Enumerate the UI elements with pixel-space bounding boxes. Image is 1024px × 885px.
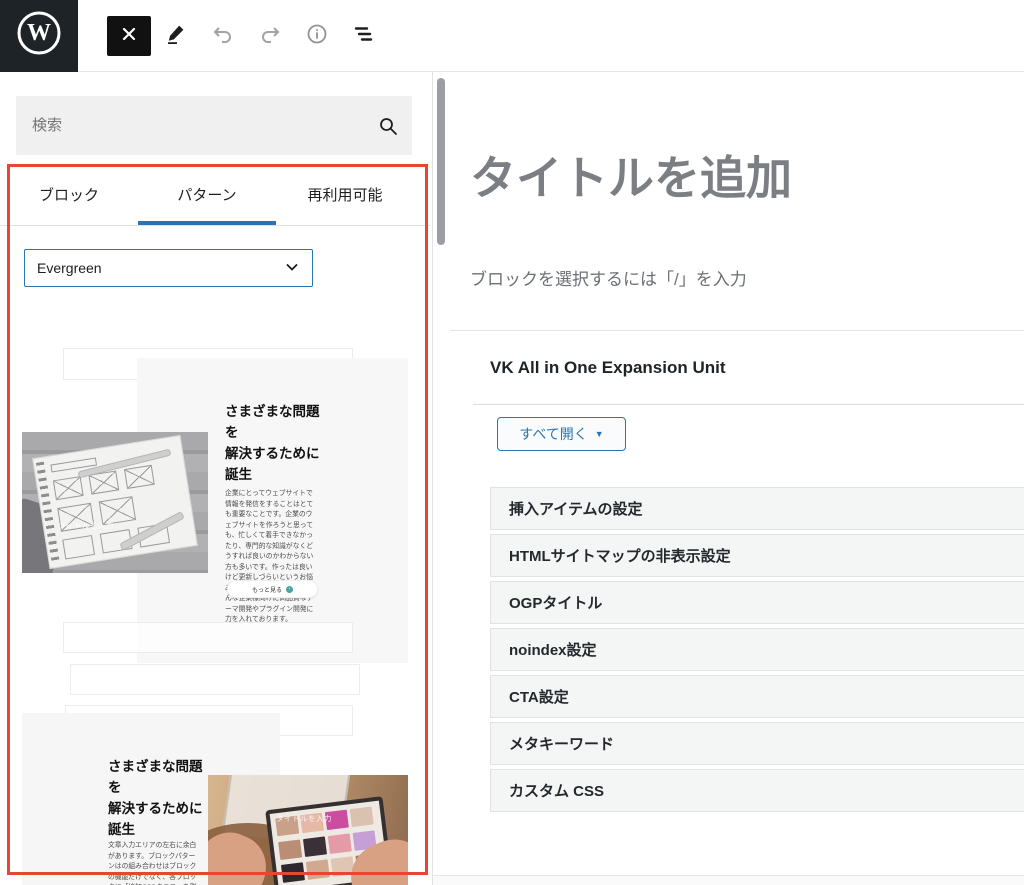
- post-body-placeholder[interactable]: ブロックを選択するには「/」を入力: [470, 265, 747, 290]
- redo-icon: [258, 22, 282, 49]
- list-view-button[interactable]: [342, 16, 386, 56]
- pencil-icon: [164, 22, 188, 49]
- post-title-placeholder[interactable]: タイトルを追加: [470, 142, 792, 208]
- metabox-separator: [450, 330, 1024, 331]
- list-view-icon: [352, 22, 376, 49]
- open-all-button[interactable]: すべて開く ▼: [497, 417, 626, 451]
- undo-icon: [211, 22, 235, 49]
- redo-button[interactable]: [248, 16, 292, 56]
- scrollbar-track[interactable]: [433, 72, 450, 885]
- scrollbar-thumb[interactable]: [437, 78, 445, 245]
- details-button[interactable]: [295, 16, 339, 56]
- edit-mode-button[interactable]: [154, 16, 198, 56]
- accordion-item-noindex[interactable]: noindex設定: [490, 628, 1024, 671]
- accordion-item-cta[interactable]: CTA設定: [490, 675, 1024, 718]
- open-all-label: すべて開く: [519, 424, 587, 444]
- editor-page: W: [0, 0, 1024, 885]
- info-icon: [305, 22, 329, 49]
- block-inserter-sidebar: ブロック パターン 再利用可能 Evergreen: [0, 72, 433, 885]
- wordpress-menu-button[interactable]: W: [0, 0, 78, 72]
- undo-button[interactable]: [201, 16, 245, 56]
- accordion-item-html-sitemap[interactable]: HTMLサイトマップの非表示設定: [490, 534, 1024, 577]
- accordion-item-ogp-title[interactable]: OGPタイトル: [490, 581, 1024, 624]
- dropdown-arrow-icon: ▼: [595, 429, 604, 439]
- editor-toolbar: W: [0, 0, 1024, 72]
- canvas-bottom-strip: [433, 875, 1024, 885]
- wordpress-logo-icon: W: [15, 9, 63, 62]
- metabox-rule: [473, 404, 1024, 405]
- editor-canvas: タイトルを追加 ブロックを選択するには「/」を入力 VK All in One …: [450, 72, 1024, 885]
- toolbar-buttons: [107, 16, 386, 56]
- block-inserter-toggle-button[interactable]: [107, 16, 151, 56]
- pattern-preview-2[interactable]: [0, 622, 433, 885]
- accordion-item-meta-keywords[interactable]: メタキーワード: [490, 722, 1024, 765]
- patterns-list: タイトルを入力 さまざまな問題を 解決するために誕生 企業にとってウェブサイトで…: [0, 72, 432, 885]
- close-icon: [119, 24, 139, 47]
- svg-text:W: W: [27, 20, 51, 46]
- pattern-preview-1[interactable]: [0, 348, 433, 622]
- accordion-item-custom-css[interactable]: カスタム CSS: [490, 769, 1024, 812]
- accordion-item-insert-settings[interactable]: 挿入アイテムの設定: [490, 487, 1024, 530]
- accordion-list: 挿入アイテムの設定 HTMLサイトマップの非表示設定 OGPタイトル noind…: [490, 487, 1024, 812]
- metabox-title: VK All in One Expansion Unit: [490, 358, 726, 378]
